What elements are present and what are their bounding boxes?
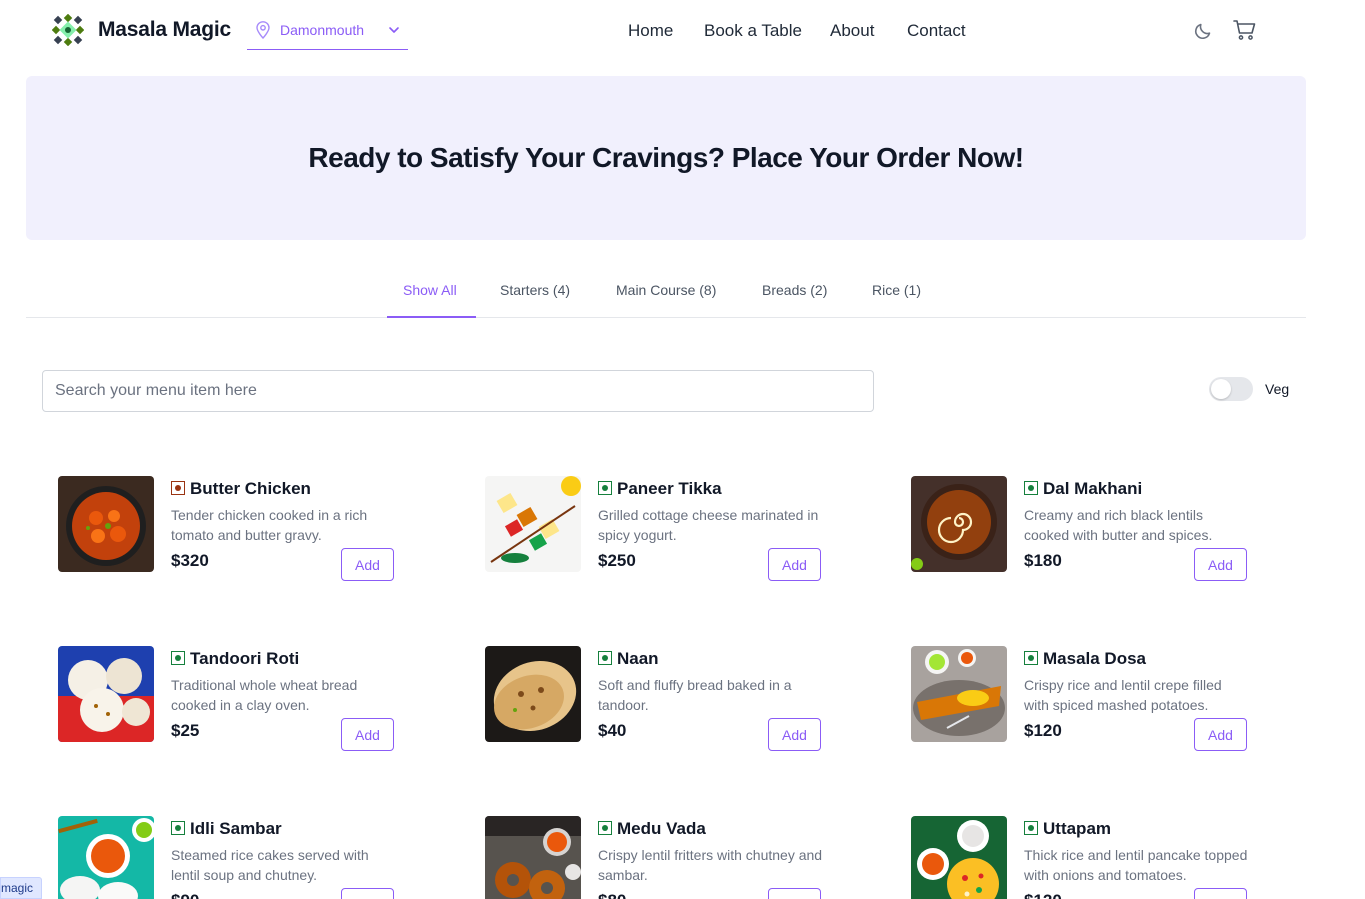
menu-item-card: Uttapam Thick rice and lentil pancake to… [911, 816, 1251, 899]
uttapam-image [911, 816, 1007, 899]
veg-toggle[interactable] [1209, 377, 1253, 401]
non-veg-indicator-icon [171, 481, 185, 495]
item-description: Soft and fluffy bread baked in a tandoor… [598, 677, 792, 713]
mandala-logo-icon[interactable] [52, 14, 84, 46]
item-price: $25 [171, 721, 200, 740]
location-select[interactable]: Damonmouth [247, 12, 408, 50]
tabs-divider [26, 317, 1306, 318]
veg-indicator-icon [598, 821, 612, 835]
item-description: Thick rice and lentil pancake topped wit… [1024, 847, 1248, 883]
add-to-cart-button[interactable]: Add [1194, 718, 1247, 751]
map-pin-icon [256, 21, 270, 39]
item-name: Masala Dosa [1043, 649, 1146, 668]
menu-item-card: Butter Chicken Tender chicken cooked in … [58, 476, 398, 581]
item-description: Steamed rice cakes served with lentil so… [171, 847, 369, 883]
chevron-down-icon [389, 27, 399, 33]
footer-badge: magic [0, 877, 43, 899]
item-description: Crispy rice and lentil crepe filled with… [1024, 677, 1222, 713]
add-to-cart-button[interactable]: Add [768, 888, 821, 899]
item-name: Uttapam [1043, 819, 1112, 838]
menu-item-card: Naan Soft and fluffy bread baked in a ta… [485, 646, 825, 751]
item-description: Crispy lentil fritters with chutney and … [598, 847, 823, 883]
add-to-cart-button[interactable]: Add [1194, 888, 1247, 899]
moon-icon[interactable] [1194, 20, 1214, 40]
paneer-tikka-image [485, 476, 581, 572]
search-input[interactable] [42, 370, 874, 412]
item-price: $80 [598, 891, 626, 899]
shopping-cart-icon[interactable] [1233, 19, 1257, 41]
item-description: Traditional whole wheat bread cooked in … [171, 677, 358, 713]
medu-vada-image [485, 816, 581, 899]
item-description: Tender chicken cooked in a rich tomato a… [171, 507, 368, 543]
item-price: $120 [1024, 891, 1062, 899]
masala-dosa-image [911, 646, 1007, 742]
veg-indicator-icon [1024, 481, 1038, 495]
item-price: $320 [171, 551, 209, 570]
butter-chicken-image [58, 476, 154, 572]
menu-item-card: Tandoori Roti Traditional whole wheat br… [58, 646, 398, 751]
nav-home[interactable]: Home [628, 21, 673, 41]
tab-breads[interactable]: Breads (2) [762, 282, 827, 298]
item-name: Naan [617, 649, 659, 668]
veg-indicator-icon [1024, 651, 1038, 665]
item-name: Tandoori Roti [190, 649, 300, 668]
item-price: $250 [598, 551, 636, 570]
hero-title: Ready to Satisfy Your Cravings? Place Yo… [308, 142, 1024, 173]
veg-indicator-icon [171, 821, 185, 835]
menu-item-card: Masala Dosa Crispy rice and lentil crepe… [911, 646, 1251, 751]
menu-item-card: Dal Makhani Creamy and rich black lentil… [911, 476, 1251, 581]
item-name: Paneer Tikka [617, 479, 722, 498]
item-price: $90 [171, 891, 199, 899]
item-name: Dal Makhani [1043, 479, 1143, 498]
item-name: Idli Sambar [190, 819, 282, 838]
add-to-cart-button[interactable]: Add [341, 548, 394, 581]
tab-starters[interactable]: Starters (4) [500, 282, 570, 298]
veg-toggle-label: Veg [1265, 381, 1290, 397]
menu-item-card: Paneer Tikka Grilled cottage cheese mari… [485, 476, 825, 581]
item-description: Creamy and rich black lentils cooked wit… [1024, 507, 1213, 543]
hero-banner: Ready to Satisfy Your Cravings? Place Yo… [26, 76, 1306, 240]
brand-name[interactable]: Masala Magic [98, 18, 231, 42]
veg-indicator-icon [1024, 821, 1038, 835]
site-header: Masala Magic Damonmouth Home Book a Tabl… [0, 0, 1365, 62]
add-to-cart-button[interactable]: Add [768, 548, 821, 581]
active-tab-indicator [387, 316, 476, 318]
veg-indicator-icon [598, 651, 612, 665]
nav-about[interactable]: About [830, 21, 874, 41]
nav-contact[interactable]: Contact [907, 21, 966, 41]
tab-rice[interactable]: Rice (1) [872, 282, 921, 298]
item-name: Medu Vada [617, 819, 706, 838]
add-to-cart-button[interactable]: Add [768, 718, 821, 751]
item-price: $120 [1024, 721, 1062, 740]
add-to-cart-button[interactable]: Add [341, 888, 394, 899]
item-price: $40 [598, 721, 627, 740]
menu-item-card: Medu Vada Crispy lentil fritters with ch… [485, 816, 825, 899]
dal-makhani-image [911, 476, 1007, 572]
naan-image [485, 646, 581, 742]
idli-sambar-image [58, 816, 154, 899]
add-to-cart-button[interactable]: Add [1194, 548, 1247, 581]
veg-indicator-icon [598, 481, 612, 495]
location-value: Damonmouth [280, 22, 365, 38]
veg-indicator-icon [171, 651, 185, 665]
item-name: Butter Chicken [190, 479, 311, 498]
menu-item-card: Idli Sambar Steamed rice cakes served wi… [58, 816, 398, 899]
toggle-knob [1211, 379, 1231, 399]
item-description: Grilled cottage cheese marinated in spic… [598, 507, 819, 543]
tandoori-roti-image [58, 646, 154, 742]
tab-main-course[interactable]: Main Course (8) [616, 282, 716, 298]
tab-show-all[interactable]: Show All [403, 282, 457, 298]
nav-book-a-table[interactable]: Book a Table [704, 21, 802, 41]
add-to-cart-button[interactable]: Add [341, 718, 394, 751]
item-price: $180 [1024, 551, 1062, 570]
